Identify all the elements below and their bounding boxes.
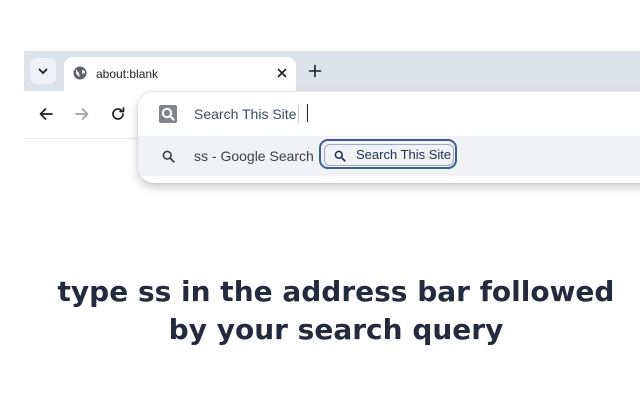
search-icon (162, 150, 175, 163)
headline-line-1: type ss in the address bar followed (57, 275, 615, 308)
tab-list-button[interactable] (30, 58, 56, 84)
instruction-headline: type ss in the address bar followed by y… (40, 273, 632, 349)
tab-active[interactable]: about:blank (64, 57, 296, 91)
omnibox-input[interactable]: Search This Site (138, 92, 640, 136)
search-this-site-chip[interactable]: Search This Site (319, 139, 457, 169)
arrow-right-icon[interactable] (74, 106, 90, 122)
close-icon[interactable] (276, 67, 288, 79)
suggestion-text: ss - Google Search (194, 148, 314, 164)
search-icon (334, 150, 346, 162)
plus-icon[interactable] (308, 64, 322, 78)
tab-title: about:blank (96, 67, 159, 81)
chevron-down-icon (38, 68, 48, 74)
text-caret (307, 104, 308, 122)
omnibox-dropdown: Search This Site ss - Google Search Sear… (138, 92, 640, 183)
chip-label: Search This Site (356, 147, 452, 162)
chip-inner: Search This Site (324, 144, 454, 166)
headline-line-2: by your search query (168, 313, 504, 346)
arrow-left-icon[interactable] (38, 106, 54, 122)
keyword-separator (298, 105, 299, 123)
reload-icon[interactable] (110, 106, 126, 122)
keyword-label: Search This Site (194, 106, 297, 122)
globe-icon (73, 66, 87, 80)
suggestion-row[interactable]: ss - Google Search Search This Site (138, 136, 640, 176)
tab-strip: about:blank (24, 51, 640, 91)
site-search-icon (159, 105, 177, 123)
